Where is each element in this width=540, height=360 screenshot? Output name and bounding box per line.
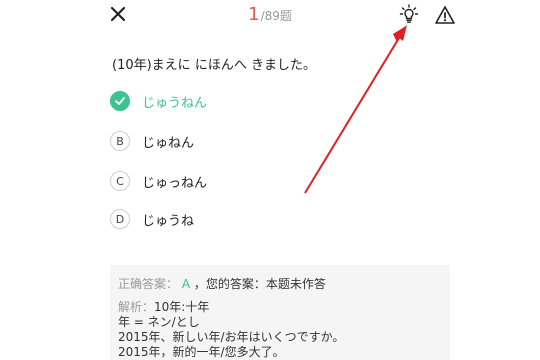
- total-questions: /89题: [260, 9, 292, 23]
- option-text: じゅねん: [142, 135, 195, 151]
- current-question-number: 1: [248, 4, 260, 25]
- option-text: じゅっねん: [142, 175, 208, 191]
- lightbulb-icon: [399, 4, 419, 23]
- option-b[interactable]: B じゅねん: [110, 129, 194, 153]
- option-d[interactable]: D じゅうね: [110, 207, 194, 231]
- option-text: じゅうね: [142, 213, 195, 229]
- option-marker: D: [110, 209, 130, 229]
- option-marker: C: [110, 171, 130, 191]
- answer-panel: 正确答案： A ，您的答案：本题未作答 解析：10年:十年 年 = ネン/とし …: [110, 265, 450, 360]
- warning-triangle-icon: [435, 6, 455, 24]
- answer-summary: 正确答案： A ，您的答案：本题未作答: [118, 275, 442, 292]
- correct-answer-value: A: [181, 277, 191, 291]
- explanation-line: 年 = ネン/とし: [118, 315, 200, 329]
- question-text: (10年)まえに にほんへ きました。: [112, 58, 316, 73]
- correct-answer-label: 正确答案：: [118, 277, 179, 291]
- explanation-line: 2015年，新的一年/您多大了。: [118, 345, 285, 359]
- option-text: じゅうねん: [142, 95, 208, 111]
- correct-check-icon: [110, 91, 130, 111]
- explanation-line: 10年:十年: [154, 300, 210, 314]
- report-button[interactable]: [434, 4, 456, 26]
- question-counter: 1/89题: [0, 4, 540, 25]
- your-answer-text: ，您的答案：本题未作答: [193, 277, 326, 291]
- explanation: 解析：10年:十年 年 = ネン/とし 2015年、新しい年/お年はいくつですか…: [118, 300, 442, 360]
- option-a[interactable]: じゅうねん: [110, 89, 207, 113]
- option-c[interactable]: C じゅっねん: [110, 169, 207, 193]
- explanation-label: 解析：: [118, 300, 155, 314]
- hint-button[interactable]: [398, 3, 420, 25]
- option-marker: B: [110, 131, 130, 151]
- explanation-line: 2015年、新しい年/お年はいくつですか。: [118, 330, 345, 344]
